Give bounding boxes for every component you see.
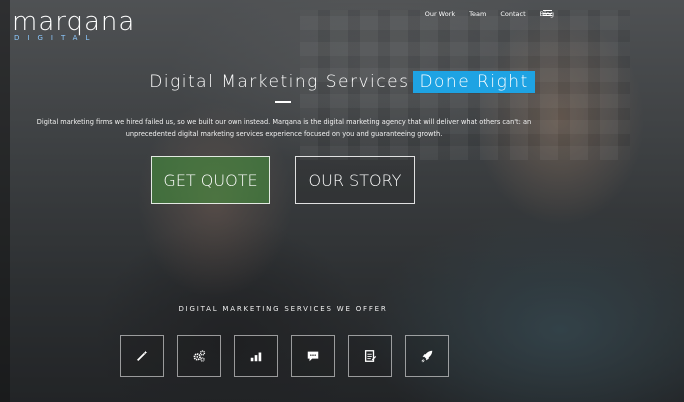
chat-icon[interactable]: [291, 335, 335, 377]
headline-highlight: Done Right: [413, 71, 535, 93]
nav-item-contact[interactable]: Contact: [500, 10, 525, 18]
services-title: DIGITAL MARKETING SERVICES WE OFFER: [178, 305, 388, 313]
nav-item-our-work[interactable]: Our Work: [425, 10, 455, 18]
magic-wand-icon[interactable]: [120, 335, 164, 377]
brand-name: marqana: [12, 7, 136, 37]
get-quote-button[interactable]: GET QUOTE: [151, 156, 270, 204]
hero-intro: Digital marketing firms we hired failed …: [36, 118, 532, 138]
our-story-button[interactable]: OUR STORY: [295, 156, 415, 204]
brand-logo[interactable]: marqana DIGITAL: [12, 8, 135, 42]
hamburger-icon[interactable]: [543, 10, 552, 16]
nav-item-team[interactable]: Team: [469, 10, 486, 18]
gears-icon[interactable]: [177, 335, 221, 377]
headline-divider: [275, 101, 291, 103]
document-icon[interactable]: [348, 335, 392, 377]
hero-headline: Digital Marketing Services Done Right: [0, 71, 684, 93]
headline-text: Digital Marketing Services: [149, 72, 410, 92]
main-nav: Our Work Team Contact Blog: [425, 10, 554, 18]
rocket-icon[interactable]: [405, 335, 449, 377]
bar-chart-icon[interactable]: [234, 335, 278, 377]
services-icon-row: [120, 335, 449, 377]
left-edge-shadow: [0, 0, 10, 402]
